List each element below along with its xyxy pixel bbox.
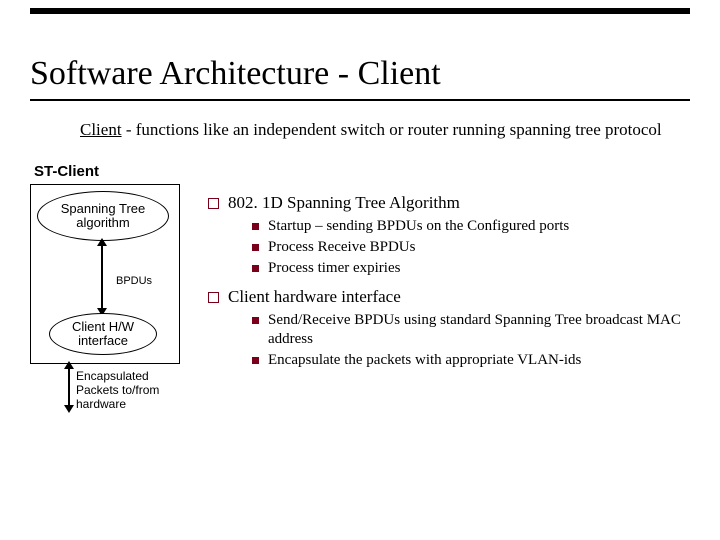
stclient-label: ST-Client: [34, 163, 190, 180]
main-row: ST-Client Spanning Tree algorithm BPDUs …: [30, 163, 690, 436]
subtitle-lead: Client: [80, 120, 122, 139]
top-bar: [30, 8, 690, 14]
sub-list: Startup – sending BPDUs on the Configure…: [250, 217, 690, 277]
bullets-column: 802. 1D Spanning Tree Algorithm Startup …: [206, 163, 690, 380]
sub-item: Process timer expiries: [250, 259, 690, 278]
stclient-box: Spanning Tree algorithm BPDUs Client H/W…: [30, 184, 180, 364]
slide-body: Software Architecture - Client Client - …: [30, 55, 690, 436]
sub-item: Startup – sending BPDUs on the Configure…: [250, 217, 690, 236]
encap-area: Encapsulated Packets to/from hardware: [30, 366, 180, 436]
subtitle-rest: - functions like an independent switch o…: [122, 120, 662, 139]
slide-subtitle: Client - functions like an independent s…: [80, 119, 690, 141]
diagram-column: ST-Client Spanning Tree algorithm BPDUs …: [30, 163, 190, 436]
slide-title: Software Architecture - Client: [30, 55, 690, 101]
ellipse-spanning-tree: Spanning Tree algorithm: [37, 191, 169, 241]
arrow-encap-icon: [68, 366, 70, 408]
encap-label: Encapsulated Packets to/from hardware: [76, 370, 186, 411]
sub-item: Process Receive BPDUs: [250, 238, 690, 257]
sub-list: Send/Receive BPDUs using standard Spanni…: [250, 311, 690, 369]
arrow-bpdus-icon: [101, 243, 103, 311]
sub-item: Encapsulate the packets with appropriate…: [250, 351, 690, 370]
sub-item: Send/Receive BPDUs using standard Spanni…: [250, 311, 690, 349]
heading-item: 802. 1D Spanning Tree Algorithm Startup …: [206, 193, 690, 277]
heading-item: Client hardware interface Send/Receive B…: [206, 287, 690, 369]
heading-text: Client hardware interface: [228, 287, 401, 306]
heading-list: 802. 1D Spanning Tree Algorithm Startup …: [206, 193, 690, 370]
bpdus-label: BPDUs: [116, 275, 152, 287]
ellipse-client-hw: Client H/W interface: [49, 313, 157, 355]
heading-text: 802. 1D Spanning Tree Algorithm: [228, 193, 460, 212]
